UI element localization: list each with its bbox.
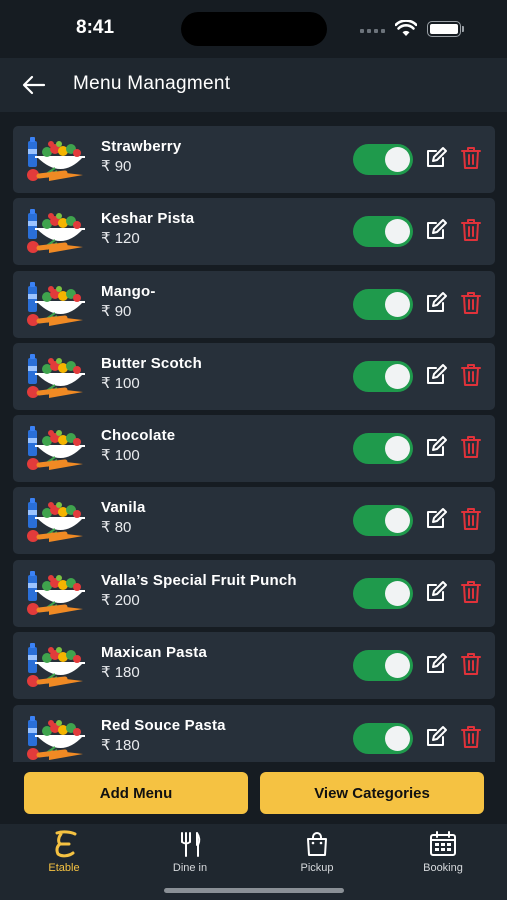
shopping-bag-icon [304,830,330,858]
edit-icon[interactable] [424,146,448,170]
tab-label: Etable [48,862,80,874]
trash-icon[interactable] [460,725,482,749]
menu-item-name: Keshar Pista [101,210,195,227]
trash-icon[interactable] [460,652,482,676]
menu-item-price: ₹ 100 [101,375,140,392]
add-menu-button[interactable]: Add Menu [24,772,248,814]
calendar-icon [429,830,457,858]
availability-toggle[interactable] [353,361,413,392]
menu-item-price: ₹ 200 [101,592,140,609]
back-button[interactable] [20,72,48,98]
trash-icon[interactable] [460,146,482,170]
menu-item-name: Vanila [101,499,146,516]
edit-icon[interactable] [424,435,448,459]
availability-toggle[interactable] [353,216,413,247]
menu-item-name: Maxican Pasta [101,644,207,661]
menu-item-price: ₹ 180 [101,664,140,681]
trash-icon[interactable] [460,291,482,315]
status-time: 8:41 [76,17,115,38]
tab-etable[interactable]: Etable [14,830,114,878]
menu-item: Butter Scotch ₹ 100 [13,343,495,410]
menu-item-price: ₹ 90 [101,158,132,175]
cellular-signal-icon [360,29,385,33]
tab-label: Pickup [300,862,334,874]
menu-item-name: Red Souce Pasta [101,717,226,734]
edit-icon[interactable] [424,363,448,387]
menu-item: Chocolate ₹ 100 [13,415,495,482]
availability-toggle[interactable] [353,723,413,754]
tab-label: Dine in [172,862,208,874]
menu-item: Vanila ₹ 80 [13,487,495,554]
battery-icon [427,21,461,37]
home-indicator [164,888,344,893]
menu-item: Strawberry ₹ 90 [13,126,495,193]
availability-toggle[interactable] [353,650,413,681]
menu-item-price: ₹ 90 [101,303,132,320]
edit-icon[interactable] [424,725,448,749]
fork-knife-icon [177,830,203,858]
edit-icon[interactable] [424,652,448,676]
view-categories-button[interactable]: View Categories [260,772,484,814]
menu-item: Keshar Pista ₹ 120 [13,198,495,265]
availability-toggle[interactable] [353,144,413,175]
dynamic-island [181,12,327,46]
food-thumbnail [25,280,85,328]
status-bar: 8:41 [0,0,507,58]
tab-booking[interactable]: Booking [393,830,493,878]
edit-icon[interactable] [424,507,448,531]
menu-item-name: Butter Scotch [101,355,202,372]
availability-toggle[interactable] [353,505,413,536]
tab-label: Booking [423,862,463,874]
edit-icon[interactable] [424,218,448,242]
menu-item-name: Valla’s Special Fruit Punch [101,572,297,589]
tab-pickup[interactable]: Pickup [267,830,367,878]
menu-item: Maxican Pasta ₹ 180 [13,632,495,699]
edit-icon[interactable] [424,580,448,604]
availability-toggle[interactable] [353,433,413,464]
menu-item-name: Chocolate [101,427,176,444]
trash-icon[interactable] [460,363,482,387]
food-thumbnail [25,569,85,617]
wifi-icon [394,19,418,42]
trash-icon[interactable] [460,580,482,604]
food-thumbnail [25,424,85,472]
food-thumbnail [25,352,85,400]
app-header: Menu Managment [0,58,507,112]
food-thumbnail [25,714,85,762]
trash-icon[interactable] [460,507,482,531]
availability-toggle[interactable] [353,578,413,609]
food-thumbnail [25,496,85,544]
menu-list: Strawberry ₹ 90 Keshar Pista ₹ 120 Mango… [13,126,495,762]
menu-item: Mango- ₹ 90 [13,271,495,338]
food-thumbnail [25,641,85,689]
trash-icon[interactable] [460,435,482,459]
food-thumbnail [25,135,85,183]
menu-item-price: ₹ 180 [101,737,140,754]
page-title: Menu Managment [73,73,231,94]
menu-item-price: ₹ 100 [101,447,140,464]
menu-item: Valla’s Special Fruit Punch ₹ 200 [13,560,495,627]
arrow-left-icon [22,75,46,95]
menu-item-price: ₹ 80 [101,519,132,536]
food-thumbnail [25,207,85,255]
menu-item-name: Mango- [101,283,156,300]
tab-dine-in[interactable]: Dine in [140,830,240,878]
availability-toggle[interactable] [353,289,413,320]
etable-logo-icon [49,830,79,858]
menu-item-price: ₹ 120 [101,230,140,247]
menu-item-name: Strawberry [101,138,182,155]
menu-item: Red Souce Pasta ₹ 180 [13,705,495,762]
trash-icon[interactable] [460,218,482,242]
action-bar: Add Menu View Categories [0,770,507,824]
edit-icon[interactable] [424,291,448,315]
